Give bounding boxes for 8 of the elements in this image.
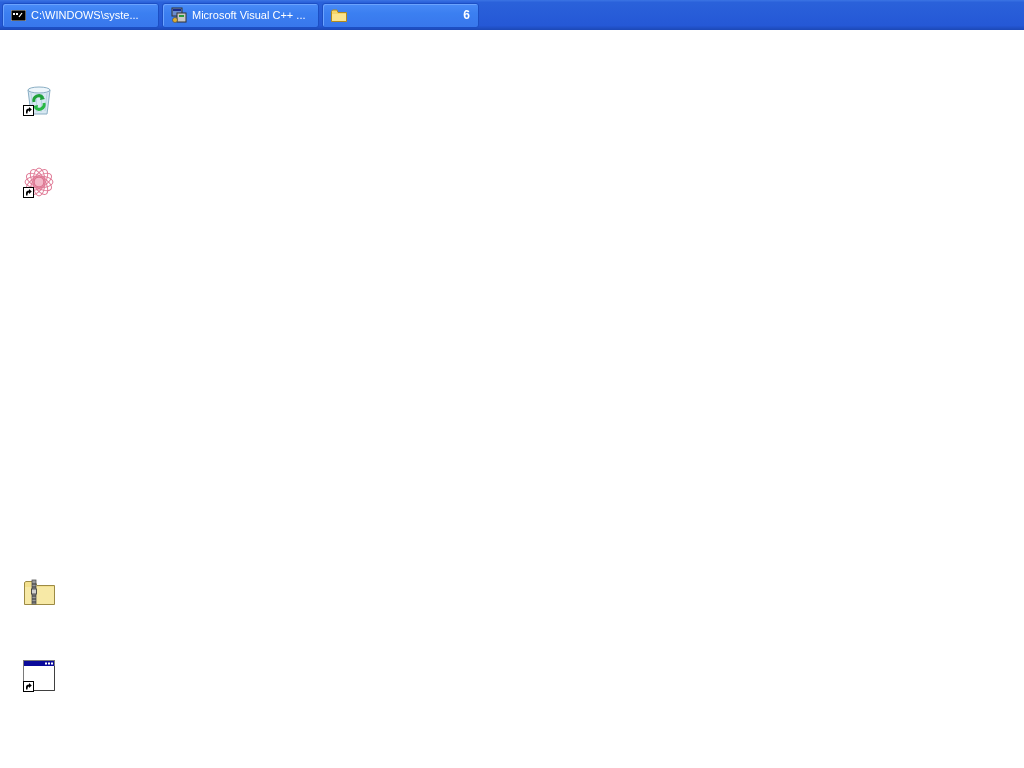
taskbar-button[interactable]: C:\WINDOWS\syste...: [2, 2, 159, 28]
taskbar-button[interactable]: Microsoft Visual C++ ...: [162, 2, 319, 28]
application-icon: [171, 7, 187, 23]
window-icon[interactable]: [23, 660, 55, 692]
folder-icon: [331, 8, 347, 22]
star-pattern-icon[interactable]: [23, 166, 55, 198]
console-icon: [11, 9, 26, 21]
taskbar-button[interactable]: 6: [322, 2, 479, 28]
